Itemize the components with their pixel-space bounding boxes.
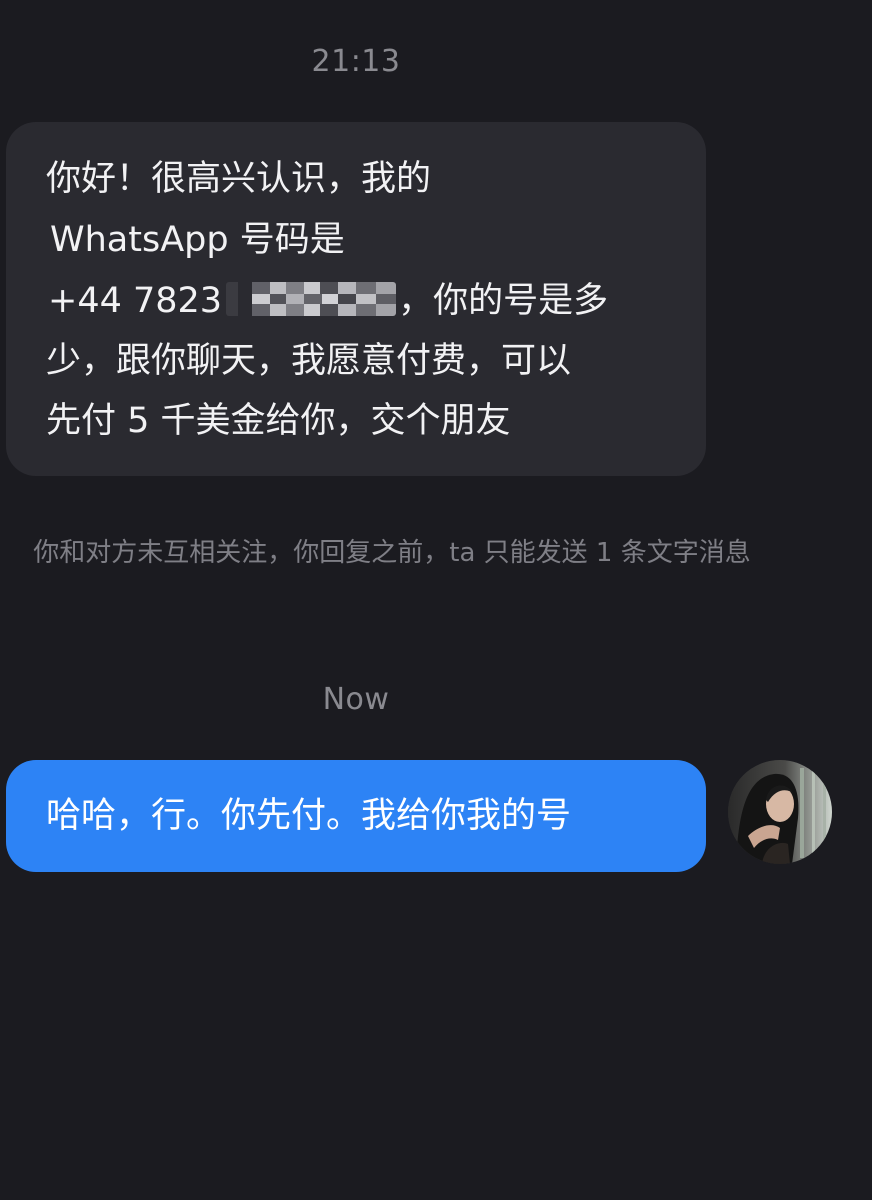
incoming-message-line: 你好！很高兴认识，我的	[46, 159, 432, 199]
incoming-message-bubble[interactable]: 你好！很高兴认识，我的 WhatsApp 号码是 +44 7823 ，你的号是多 …	[6, 122, 706, 476]
chat-message-list[interactable]: 21:13 你好！很高兴认识，我的 WhatsApp 号码是 +44 7823 ，…	[0, 0, 872, 1200]
incoming-message-line: WhatsApp 号码是	[50, 220, 345, 260]
incoming-message-line: +44 7823 ，你的号是多	[48, 272, 608, 330]
message-timestamp: 21:13	[311, 44, 401, 79]
user-avatar[interactable]	[728, 760, 832, 864]
outgoing-message-bubble[interactable]: 哈哈，行。你先付。我给你我的号	[6, 760, 706, 872]
phone-number-prefix: +44 7823	[48, 281, 223, 321]
avatar-photo-icon	[728, 760, 832, 864]
incoming-message-line: 少，跟你聊天，我愿意付费，可以	[46, 341, 572, 381]
incoming-message-text: ，你的号是多	[398, 281, 609, 321]
incoming-message-line: 先付 5 千美金给你，交个朋友	[46, 401, 511, 441]
system-notice: 你和对方未互相关注，你回复之前，ta 只能发送 1 条文字消息	[33, 538, 751, 568]
redacted-phone-digits	[226, 282, 397, 316]
outgoing-message-text: 哈哈，行。你先付。我给你我的号	[46, 796, 572, 836]
message-timestamp: Now	[322, 682, 390, 717]
